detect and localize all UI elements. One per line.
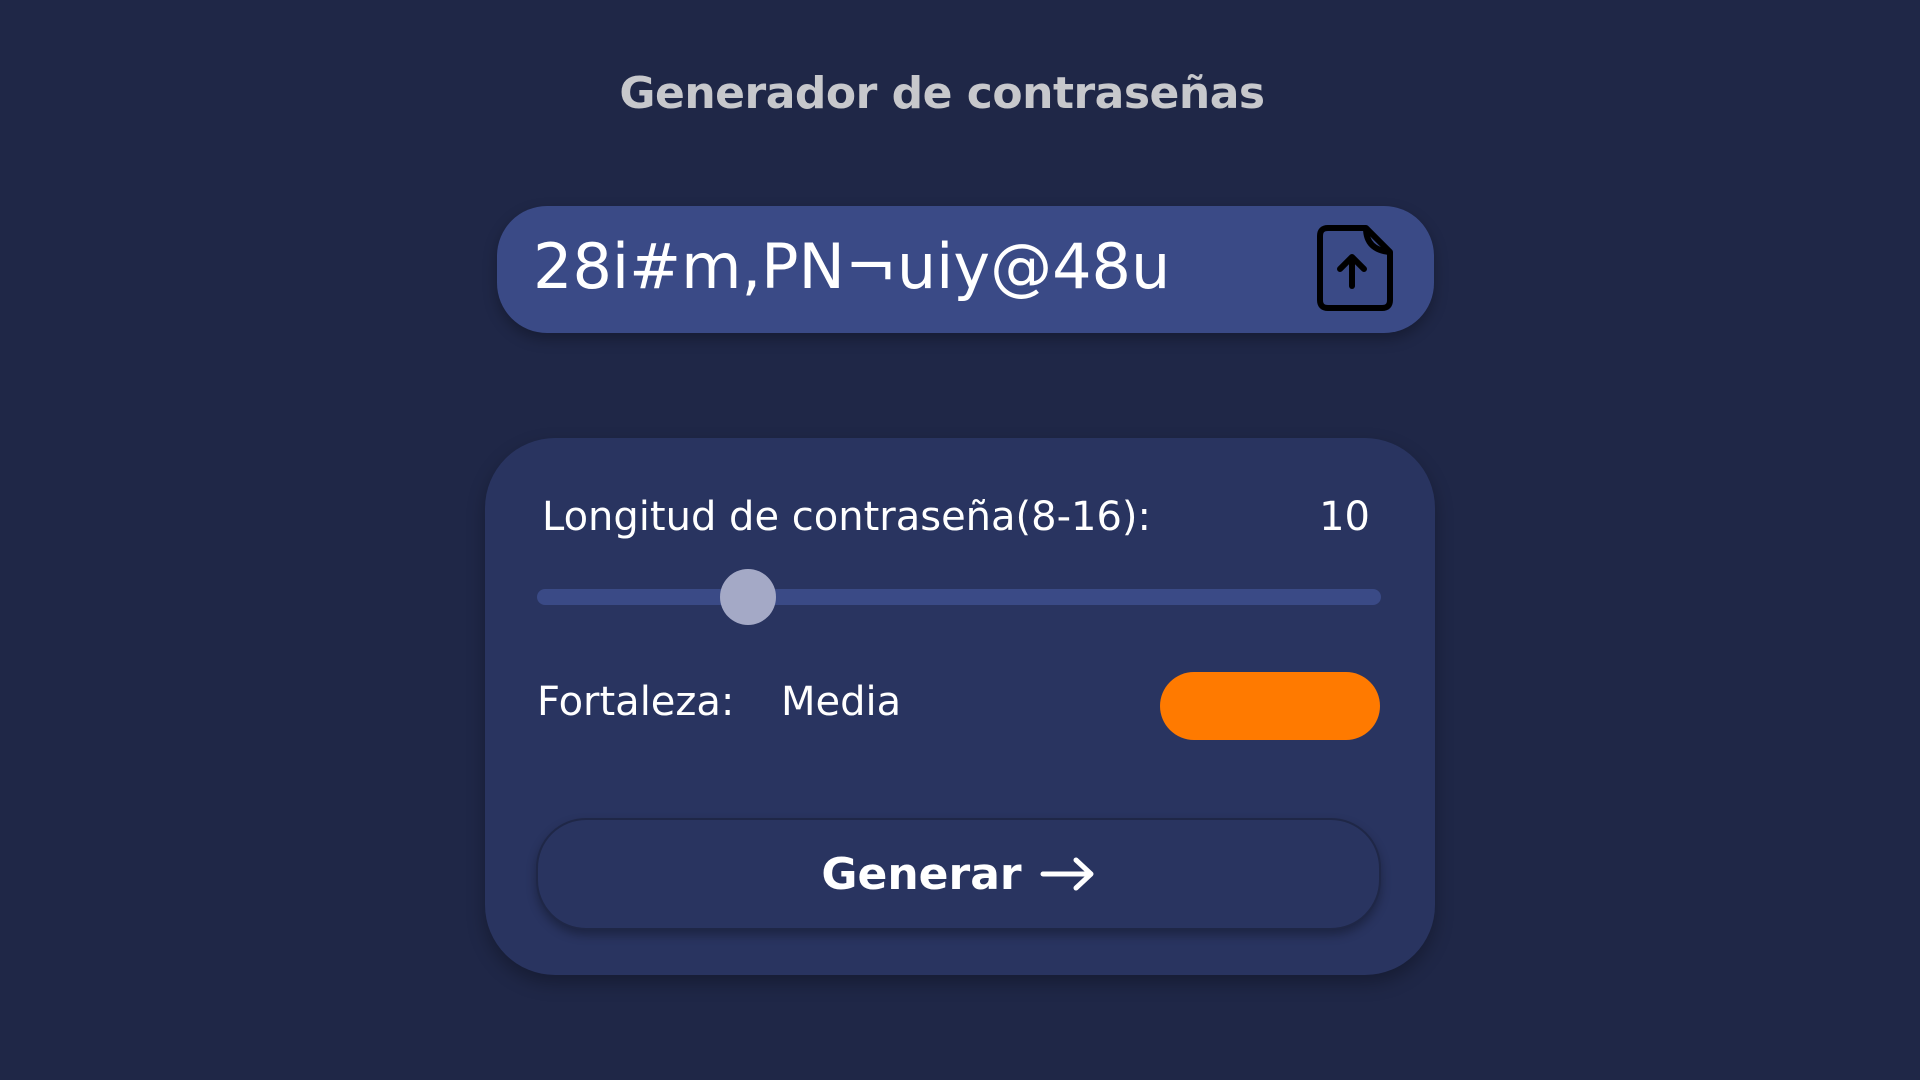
password-generator-page: Generador de contraseñas 28i#m,PN¬uiy@48…: [0, 0, 1920, 1080]
strength-indicator: [1160, 672, 1380, 740]
strength-value: Media: [781, 679, 902, 725]
copy-password-button[interactable]: [1314, 220, 1396, 314]
settings-card: Longitud de contraseña(8-16): 10 Fortale…: [485, 438, 1435, 975]
password-text: 28i#m,PN¬uiy@48u: [533, 230, 1171, 303]
generate-button-label: Generar: [821, 848, 1022, 900]
file-upload-icon: [1317, 225, 1393, 311]
arrow-right-icon: [1040, 857, 1094, 891]
password-display: 28i#m,PN¬uiy@48u: [497, 206, 1434, 333]
slider-thumb[interactable]: [720, 569, 776, 625]
length-slider[interactable]: [537, 569, 1381, 625]
generate-button[interactable]: Generar: [536, 818, 1381, 930]
length-value: 10: [1319, 494, 1370, 540]
strength-label: Fortaleza:: [537, 679, 735, 725]
slider-track[interactable]: [537, 589, 1381, 605]
length-label: Longitud de contraseña(8-16):: [542, 494, 1152, 540]
page-title: Generador de contraseñas: [619, 68, 1265, 119]
